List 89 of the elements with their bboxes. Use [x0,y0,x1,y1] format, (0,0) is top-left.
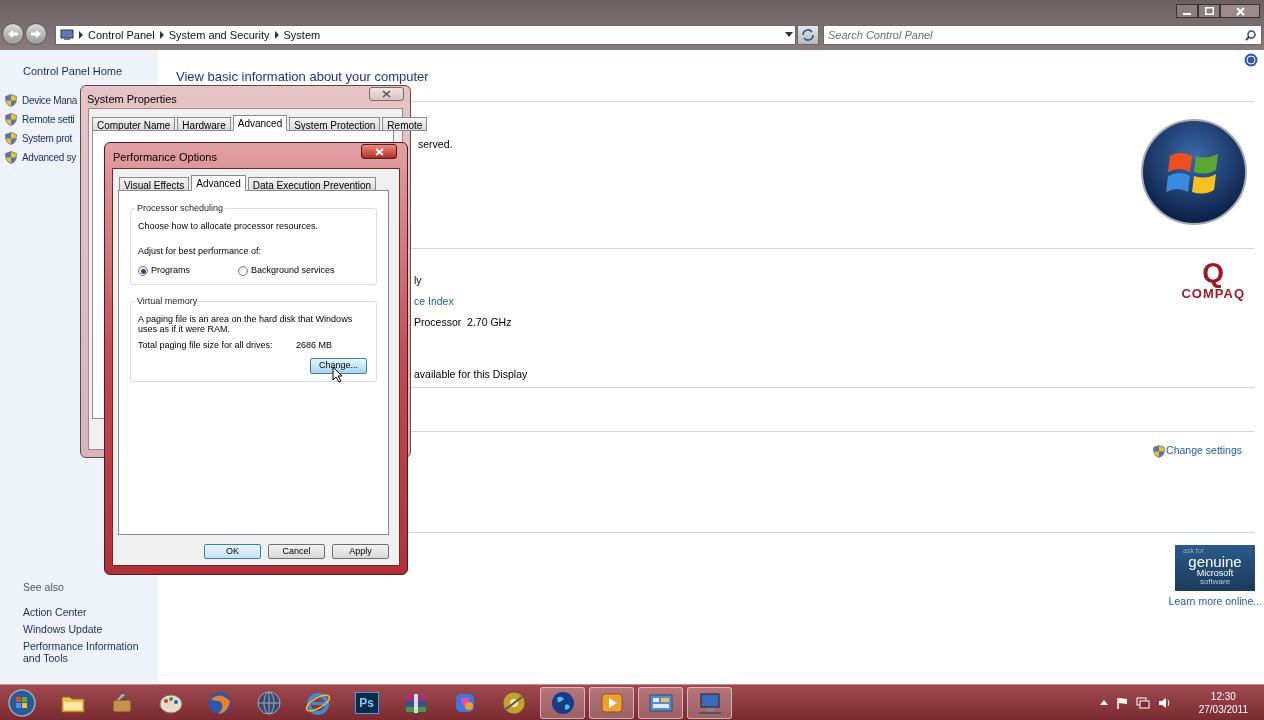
search-field[interactable]: Search Control Panel [823,25,1262,45]
breadcrumb-item[interactable]: Control Panel [88,26,155,44]
chevron-icon [158,31,165,39]
minimize-button[interactable] [1176,4,1198,18]
close-button[interactable] [361,144,397,159]
tab[interactable]: Computer Name [92,117,176,131]
address-bar[interactable]: Control Panel System and Security System [55,25,796,45]
close-icon [374,147,384,156]
group-title: Processor scheduling [135,202,226,214]
tab[interactable]: Advanced [232,115,288,131]
shield-icon [5,113,17,126]
clock-time: 12:30 [1210,689,1236,703]
field-value: 2686 MB [296,339,333,352]
radio-label[interactable]: Background services [251,264,335,278]
dialog-button[interactable]: Apply [332,544,389,559]
page-heading: View basic information about your computer [176,68,429,86]
network-icon [1135,696,1150,709]
disc-icon [499,688,528,717]
search-icon [1245,30,1256,41]
section-label: See also [23,580,65,596]
change-settings-link[interactable]: Change settings [1153,444,1242,458]
group-title: Virtual memory [135,295,200,307]
badge-text: genuine [1188,554,1242,569]
refresh-icon [801,29,815,41]
info-text: available for this Display [414,368,528,380]
sidebar-link[interactable]: Remote setti [22,112,75,127]
change-button[interactable]: Change... [310,357,367,374]
arrow-left-icon [7,29,19,39]
clock[interactable]: 12:30 27/03/2011 [1198,689,1248,716]
field-label: Total paging file size for all drives: [138,339,274,352]
dropdown-icon [785,32,793,38]
help-icon [1244,53,1258,67]
description-text: A paging file is an area on the hard disk that Windows uses as if it were RAM. [138,314,354,334]
radio-button[interactable] [238,266,248,276]
chevron-icon [273,31,280,39]
info-text: served. [418,138,453,150]
maximize-icon [1204,7,1214,15]
breadcrumb-item[interactable]: System [283,26,321,44]
taskbar-button[interactable] [638,686,683,719]
link[interactable]: ce Index [414,295,454,307]
badge-text: Microsoft [1196,569,1234,578]
badge-text: software [1199,578,1231,586]
tab[interactable]: Remote [382,117,428,131]
radio-button[interactable] [138,266,148,276]
field-label: Adjust for best performance of: [138,246,263,257]
sidebar-link[interactable]: Advanced sy [22,150,76,165]
link[interactable]: Learn more online... [1168,594,1262,610]
info-text: ly [414,274,422,286]
arrow-right-icon [30,29,42,39]
shield-icon [1153,444,1166,458]
taskbar-button[interactable] [540,686,585,719]
sidebar-link[interactable]: Windows Update [23,623,153,635]
refresh-button[interactable] [797,25,819,45]
taskbar-button[interactable]: Ps [344,686,389,719]
window-title: System Properties [87,92,177,107]
sidebar-link[interactable]: Device Mana [22,93,78,108]
dialog-button[interactable]: OK [204,544,261,559]
flag-icon [1115,696,1128,709]
computer-icon [60,29,74,41]
chevron-icon [78,31,84,39]
speaker-icon [1157,696,1171,709]
sidebar-link[interactable]: Performance Information and Tools [23,640,153,664]
shield-icon [5,151,17,164]
description-text: Choose how to allocate processor resources. [138,221,320,232]
close-button[interactable] [1220,4,1260,18]
sidebar-link[interactable]: System prot [22,131,73,146]
taskbar-button[interactable] [687,686,732,719]
shield-icon [5,94,17,107]
info-text: Processor 2.70 GHz [414,316,512,328]
tab[interactable]: Advanced [191,175,246,191]
shield-icon [5,132,17,145]
tab[interactable]: System Protection [289,117,381,131]
close-icon [1235,6,1245,16]
breadcrumb-item[interactable]: System and Security [168,26,270,44]
tab[interactable]: Data Execution Prevention [247,177,377,191]
sidebar-link[interactable]: Control Panel Home [23,63,158,80]
caret-up-icon [1099,699,1108,706]
radio-label[interactable]: Programs [151,264,190,278]
globe-icon [254,688,283,717]
taskbar-button[interactable] [589,686,634,719]
tab[interactable]: Visual Effects [119,177,190,191]
maximize-button[interactable] [1198,4,1220,18]
close-icon [382,90,391,98]
sidebar-link[interactable]: Action Center [23,606,153,618]
window-title: Performance Options [113,150,217,165]
dialog-button[interactable]: Cancel [268,544,325,559]
tab[interactable]: Hardware [177,117,231,131]
minimize-icon [1183,13,1191,15]
clock-date: 27/03/2011 [1198,702,1248,716]
